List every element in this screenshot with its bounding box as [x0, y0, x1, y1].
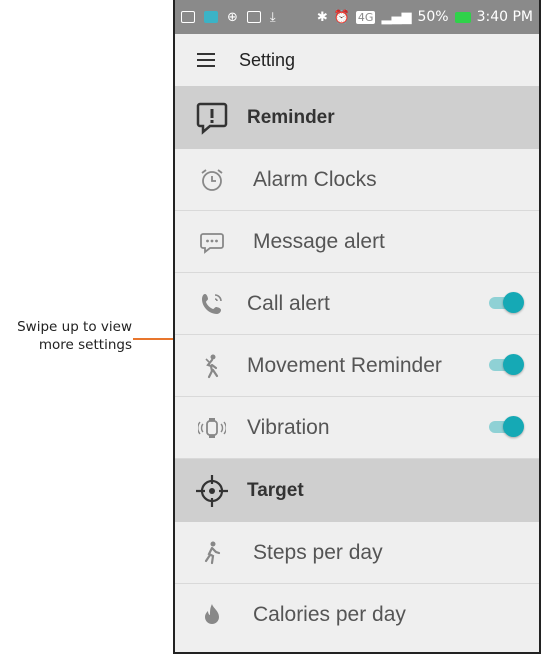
- setting-label: Vibration: [247, 415, 330, 439]
- image-icon: [246, 11, 261, 23]
- section-reminder: Reminder: [175, 86, 539, 149]
- callout-line-1: Swipe up to view: [17, 319, 132, 335]
- message-icon: [197, 227, 227, 257]
- setting-calories-per-day[interactable]: Calories per day: [175, 584, 539, 646]
- page-title: Setting: [239, 49, 296, 70]
- setting-message-alert[interactable]: Message alert: [175, 211, 539, 273]
- setting-label: Movement Reminder: [247, 353, 442, 377]
- app-bar: Setting: [175, 34, 539, 86]
- vibrate-watch-icon: [197, 413, 227, 443]
- sync-icon: ⊕: [227, 9, 238, 25]
- setting-steps-per-day[interactable]: Steps per day: [175, 522, 539, 584]
- section-title-reminder: Reminder: [247, 106, 335, 128]
- signal-icon: ▂▄▆: [381, 9, 412, 25]
- notification-icon: [181, 11, 195, 23]
- setting-call-alert[interactable]: Call alert: [175, 273, 539, 335]
- setting-label: Message alert: [253, 229, 385, 253]
- phone-ringing-icon: [197, 289, 227, 319]
- vibration-toggle[interactable]: [489, 415, 524, 437]
- alert-bubble-icon: [195, 101, 229, 135]
- movement-reminder-toggle[interactable]: [489, 353, 524, 375]
- network-type: 4G: [355, 10, 376, 24]
- battery-icon: [454, 11, 471, 23]
- call-alert-toggle[interactable]: [489, 291, 524, 313]
- clock-time: 3:40 PM: [476, 9, 533, 25]
- setting-alarm-clocks[interactable]: Alarm Clocks: [175, 149, 539, 211]
- app-notification-icon: [204, 11, 218, 23]
- battery-percent: 50%: [417, 9, 449, 25]
- setting-label: Alarm Clocks: [253, 167, 377, 191]
- alarm-status-icon: ⏰: [333, 9, 350, 25]
- crosshair-icon: [195, 474, 229, 508]
- setting-label: Calories per day: [253, 603, 406, 626]
- callout-line-2: more settings: [38, 337, 132, 353]
- flame-icon: [197, 600, 227, 630]
- swipe-hint-callout: Swipe up to view more settings: [0, 318, 132, 354]
- menu-icon[interactable]: [197, 53, 215, 67]
- download-icon: ⤓: [269, 9, 276, 25]
- section-target: Target: [175, 459, 539, 522]
- setting-label: Steps per day: [253, 540, 383, 564]
- status-bar: ⊕ ⤓ ✱ ⏰ 4G ▂▄▆ 50% 3:40 PM: [175, 0, 539, 34]
- bluetooth-icon: ✱: [316, 9, 328, 25]
- person-moving-icon: [197, 351, 227, 381]
- setting-movement-reminder[interactable]: Movement Reminder: [175, 335, 539, 397]
- walking-icon: [197, 538, 227, 568]
- alarm-clock-icon: [197, 165, 227, 195]
- section-title-target: Target: [247, 479, 304, 501]
- setting-label: Call alert: [247, 291, 330, 315]
- phone-screen: ⊕ ⤓ ✱ ⏰ 4G ▂▄▆ 50% 3:40 PM Setting Remin…: [173, 0, 541, 654]
- setting-vibration[interactable]: Vibration: [175, 397, 539, 459]
